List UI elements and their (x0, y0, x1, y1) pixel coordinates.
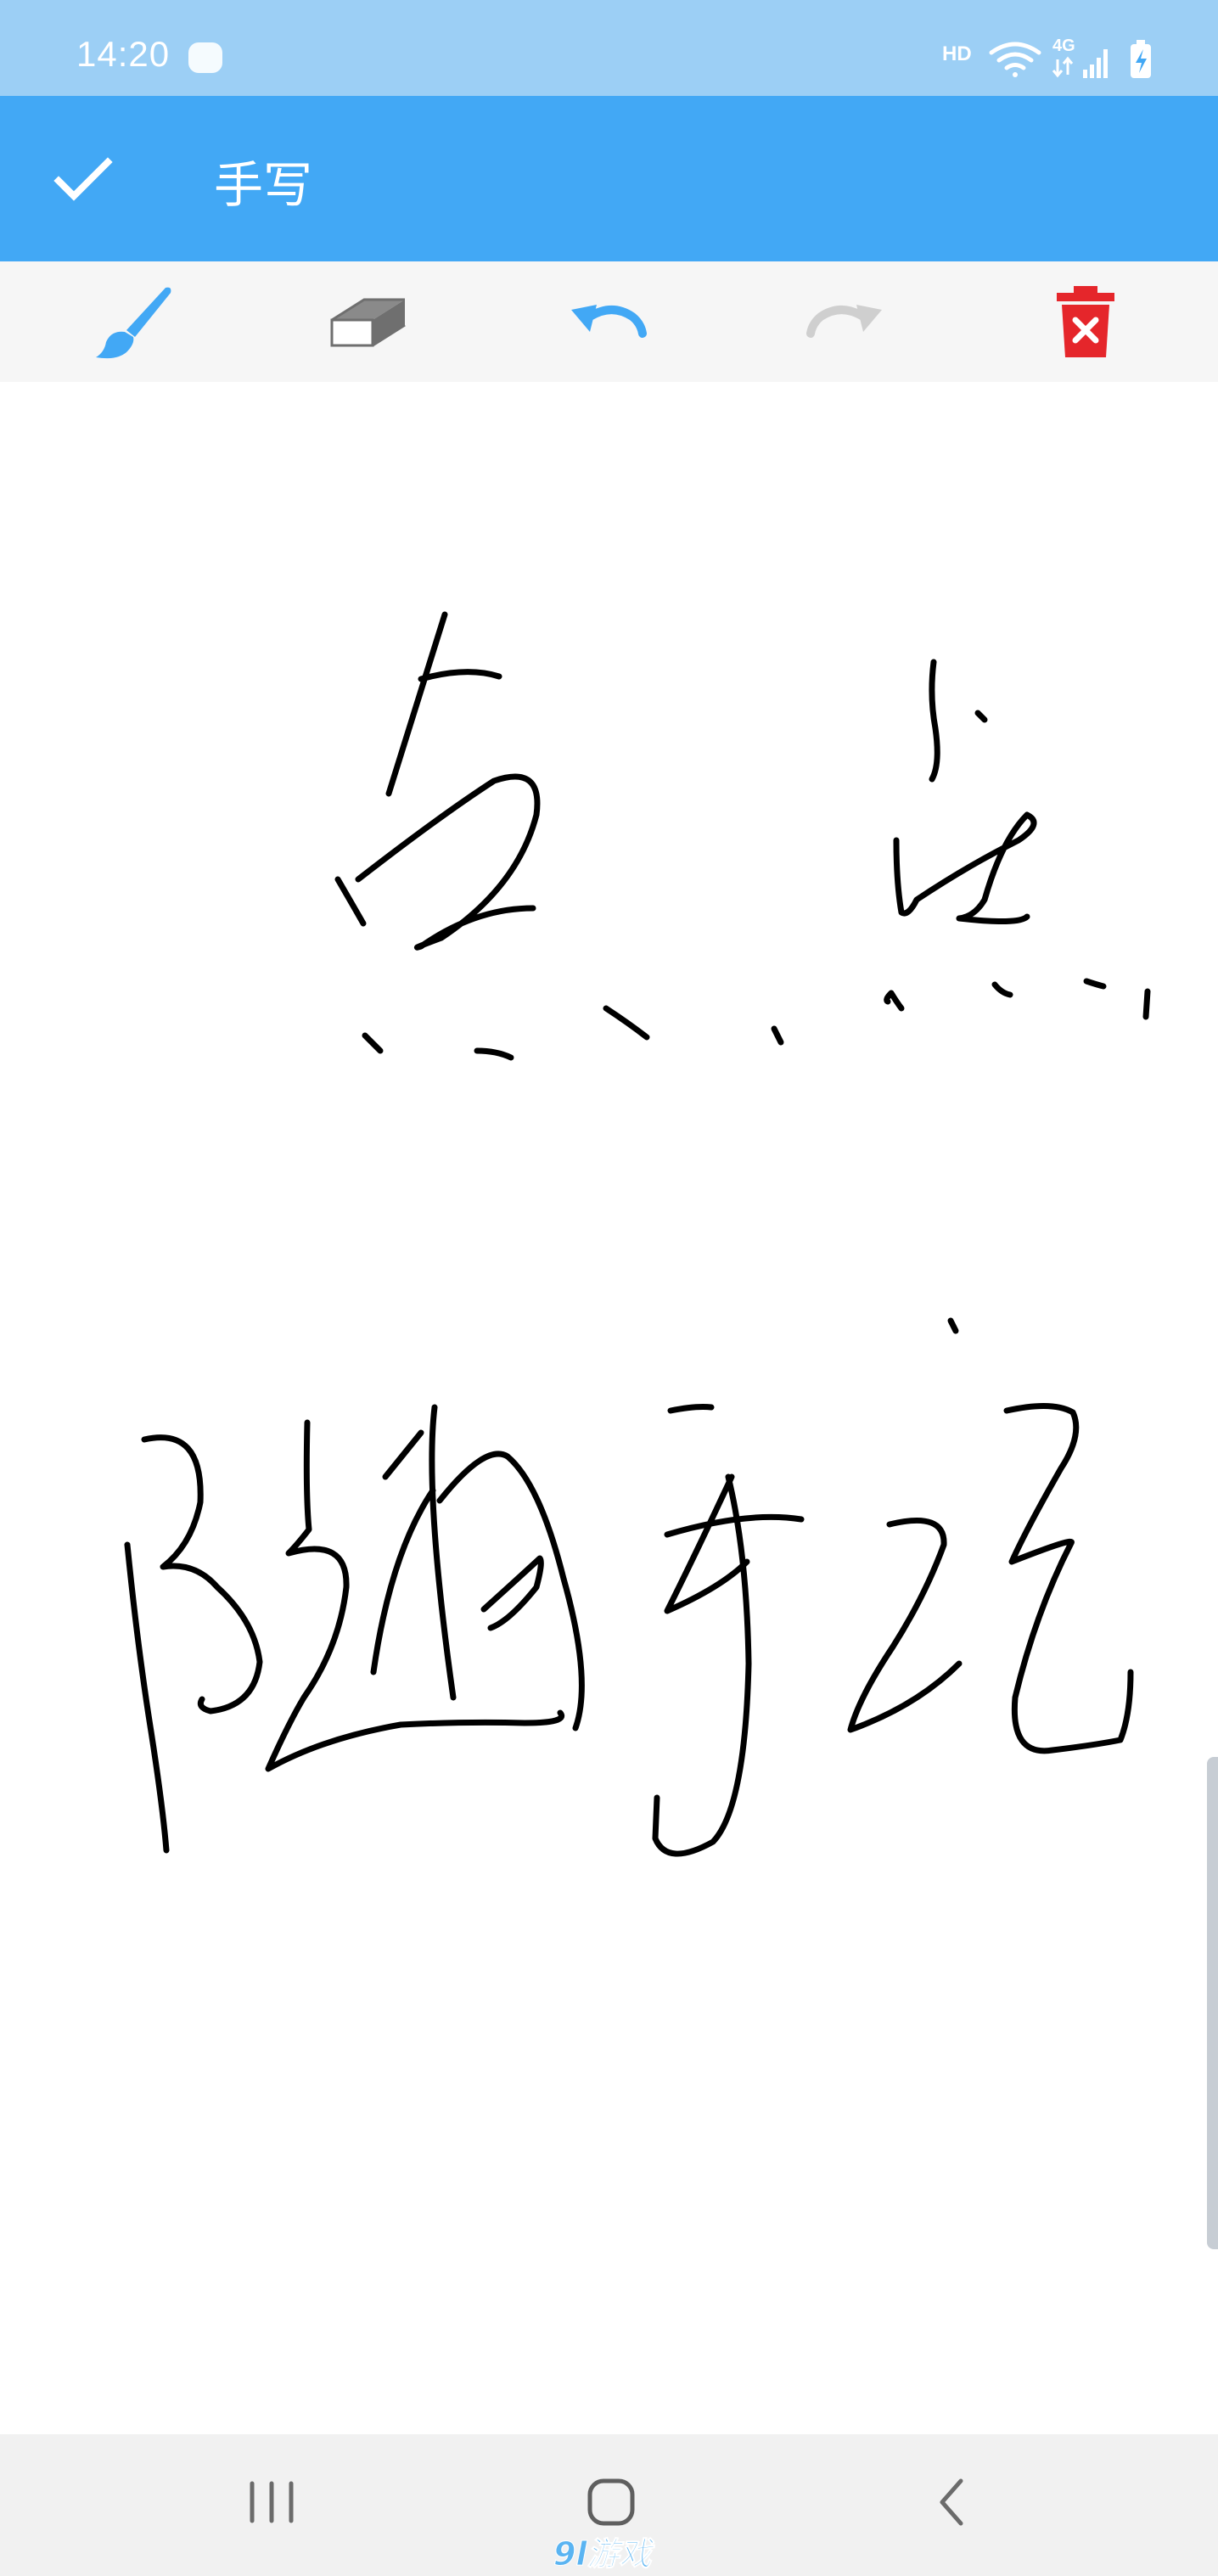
clear-canvas-button[interactable] (1039, 275, 1132, 368)
recent-apps-icon (250, 2481, 294, 2523)
brush-tool-button[interactable] (85, 275, 178, 368)
scroll-handle[interactable] (1207, 1757, 1218, 2249)
drawing-toolbar (0, 261, 1218, 382)
status-bar: 14:20 HD 4G (0, 0, 1218, 96)
eraser-icon (330, 298, 406, 347)
handwriting-screen: 14:20 HD 4G 手写 9l游戏 (0, 0, 1218, 2576)
confirm-button[interactable] (34, 130, 132, 227)
svg-text:4G: 4G (1052, 36, 1075, 55)
wifi-icon (989, 42, 1041, 77)
undo-icon (571, 305, 647, 338)
redo-icon (806, 305, 882, 338)
back-button[interactable] (910, 2460, 995, 2545)
recent-apps-button[interactable] (229, 2460, 314, 2545)
handwriting-strokes (124, 611, 1151, 1857)
battery-charging-icon (1131, 40, 1151, 78)
eraser-tool-button[interactable] (321, 275, 414, 368)
home-icon (587, 2478, 635, 2526)
brush-icon (96, 287, 171, 359)
svg-text:9l游戏: 9l游戏 (553, 2535, 655, 2573)
signal-icon (1083, 49, 1108, 78)
back-icon (940, 2478, 963, 2526)
trash-icon (1057, 286, 1114, 357)
page-title: 手写 (214, 156, 313, 214)
drawing-canvas[interactable] (0, 382, 1218, 2436)
hd-icon: HD (942, 42, 972, 65)
check-icon (53, 156, 113, 201)
status-time: 14:20 (76, 34, 171, 74)
watermark-logo: 9l游戏 (552, 2529, 679, 2576)
app-bar: 手写 (0, 96, 1218, 261)
status-icons: 4G (985, 32, 1188, 87)
dex-icon (188, 42, 222, 73)
4g-icon: 4G (1052, 36, 1075, 78)
redo-button[interactable] (800, 275, 893, 368)
undo-button[interactable] (560, 275, 654, 368)
